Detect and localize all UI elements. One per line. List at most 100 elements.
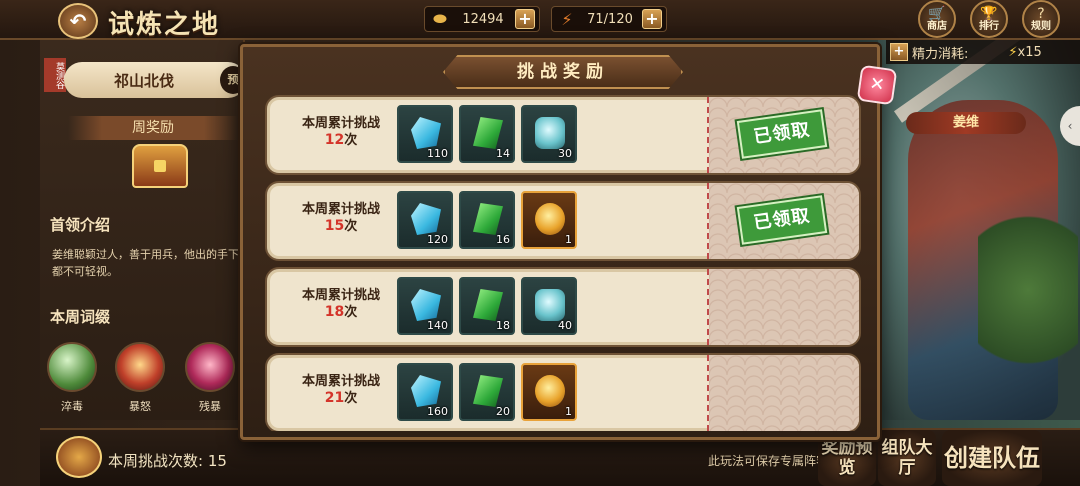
treasure-chest-icon[interactable]	[56, 436, 102, 478]
reward-condition: 本周累计挑战 15次	[281, 201, 401, 235]
boss-name-bar[interactable]: 祁山北伐 预	[64, 62, 246, 98]
item-quantity: 14	[496, 147, 510, 160]
reward-item-emerald[interactable]: 20	[459, 363, 515, 421]
claimed-stamp: 已领取	[736, 109, 828, 159]
crystal-icon	[411, 375, 441, 407]
shop-label: 商店	[927, 20, 947, 32]
item-quantity: 120	[427, 233, 448, 246]
lineup-note: 此玩法可保存专属阵容	[708, 454, 829, 468]
reward-row: 本周累计挑战 12次 110 14 30 已领取	[265, 95, 861, 175]
energy-cost-label: 精力消耗:	[912, 46, 969, 62]
reward-item-crystal[interactable]: 140	[397, 277, 453, 335]
weekly-count-label: 本周挑战次数:	[108, 452, 204, 470]
affix-label: 淬毒	[61, 400, 83, 413]
team-hall-button[interactable]: 组队大厅	[878, 430, 936, 486]
condition-suffix: 次	[344, 219, 358, 234]
claim-area: 已领取	[709, 183, 859, 259]
condition-suffix: 次	[344, 391, 358, 406]
gold-ingot-icon: ⬬	[433, 9, 447, 28]
boss-intro-heading: 首领介绍	[50, 216, 111, 234]
item-quantity: 16	[496, 233, 510, 246]
hero-name-tag: 姜维	[906, 112, 1026, 134]
treasure-chest-icon[interactable]	[132, 144, 188, 188]
reward-item-emerald[interactable]: 18	[459, 277, 515, 335]
condition-count: 12	[324, 132, 345, 148]
poison-orb-icon	[47, 342, 97, 392]
jade-icon	[535, 289, 565, 321]
claim-area[interactable]	[709, 269, 859, 345]
rank-button[interactable]: 🏆 排行	[970, 0, 1008, 38]
affix-label: 暴怒	[129, 400, 151, 413]
claim-area[interactable]	[709, 355, 859, 431]
reward-row: 本周累计挑战 15次 120 16 1 已领取	[265, 181, 861, 261]
emerald-icon	[473, 375, 503, 407]
rage-orb-icon	[115, 342, 165, 392]
condition-count-line: 12次	[281, 132, 401, 149]
back-button[interactable]: ↶	[58, 3, 98, 39]
emerald-icon	[473, 203, 503, 235]
reward-items: 140 18 40	[397, 277, 577, 335]
condition-count: 15	[324, 218, 345, 234]
condition-suffix: 次	[344, 305, 358, 320]
reward-item-medal[interactable]: 1	[521, 191, 577, 249]
reward-condition: 本周累计挑战 21次	[281, 373, 401, 407]
add-icon[interactable]: +	[890, 43, 908, 61]
reward-item-jade[interactable]: 30	[521, 105, 577, 163]
create-team-button[interactable]: 创建队伍	[942, 430, 1042, 486]
reward-item-emerald[interactable]: 16	[459, 191, 515, 249]
gold-value: 12494	[462, 11, 504, 27]
trophy-icon: 🏆	[980, 5, 998, 22]
add-gold-button[interactable]: +	[515, 9, 535, 29]
condition-prefix: 本周累计挑战	[301, 116, 380, 131]
reward-item-jade[interactable]: 40	[521, 277, 577, 335]
reward-item-crystal[interactable]: 160	[397, 363, 453, 421]
affix-rage[interactable]: 暴怒	[112, 342, 168, 414]
condition-suffix: 次	[344, 133, 358, 148]
question-icon: ?	[1037, 5, 1045, 22]
top-bar: ↶ 试炼之地 ⬬ 12494 + ⚡ 71/120 + 🛒 商店 🏆 排行 ? …	[0, 0, 1080, 40]
reward-item-medal[interactable]: 1	[521, 363, 577, 421]
energy-cost-strip: + 精力消耗: ⚡ x15	[886, 40, 1080, 64]
reward-items: 160 20 1	[397, 363, 577, 421]
boss-artwork	[878, 40, 1080, 420]
gold-counter: ⬬ 12494 +	[424, 6, 540, 32]
medal-icon	[535, 375, 565, 407]
reward-items: 110 14 30	[397, 105, 577, 163]
affix-brutal[interactable]: 残暴	[182, 342, 238, 414]
foliage	[978, 200, 1078, 380]
weekly-count-value: 15	[207, 452, 227, 470]
add-energy-button[interactable]: +	[642, 9, 662, 29]
affix-label: 残暴	[199, 400, 221, 413]
left-panel: 莫测谷 祁山北伐 预 周奖励 首领介绍 姜维聪颖过人，善于用兵，他出的手下都不可…	[40, 40, 246, 420]
reward-row: 本周累计挑战 21次 160 20 1	[265, 353, 861, 431]
weekly-count: 本周挑战次数: 15	[108, 450, 227, 471]
item-quantity: 1	[565, 233, 572, 246]
boss-intro-text: 姜维聪颖过人，善于用兵，他出的手下都不可轻视。	[52, 248, 239, 278]
energy-value: 71/120	[587, 11, 633, 27]
item-quantity: 110	[427, 147, 448, 160]
reward-items: 120 16 1	[397, 191, 577, 249]
week-reward-title: 周奖励	[68, 116, 238, 140]
condition-count-line: 15次	[281, 218, 401, 235]
item-quantity: 1	[565, 405, 572, 418]
back-arrow-icon: ↶	[69, 9, 87, 33]
lightning-icon: ⚡	[1008, 44, 1018, 60]
page-title: 试炼之地	[108, 10, 221, 40]
shop-button[interactable]: 🛒 商店	[918, 0, 956, 38]
rules-button[interactable]: ? 规则	[1022, 0, 1060, 38]
reward-item-crystal[interactable]: 120	[397, 191, 453, 249]
reward-item-crystal[interactable]: 110	[397, 105, 453, 163]
brutal-orb-icon	[185, 342, 235, 392]
lightning-icon: ⚡	[561, 9, 573, 29]
affix-poison[interactable]: 淬毒	[44, 342, 100, 414]
reward-list[interactable]: 本周累计挑战 12次 110 14 30 已领取 本周累计挑战 15次 120 16 1 已领取 本周累…	[265, 95, 861, 431]
reward-condition: 本周累计挑战 12次	[281, 115, 401, 149]
chevron-icon: ‹	[1067, 119, 1073, 133]
reward-item-emerald[interactable]: 14	[459, 105, 515, 163]
close-button[interactable]: ✕	[856, 64, 898, 106]
modal-title: 挑战奖励	[443, 55, 683, 89]
claim-area: 已领取	[709, 97, 859, 173]
close-icon: ✕	[868, 73, 887, 96]
boss-name: 祁山北伐	[114, 71, 175, 90]
condition-prefix: 本周累计挑战	[301, 374, 380, 389]
